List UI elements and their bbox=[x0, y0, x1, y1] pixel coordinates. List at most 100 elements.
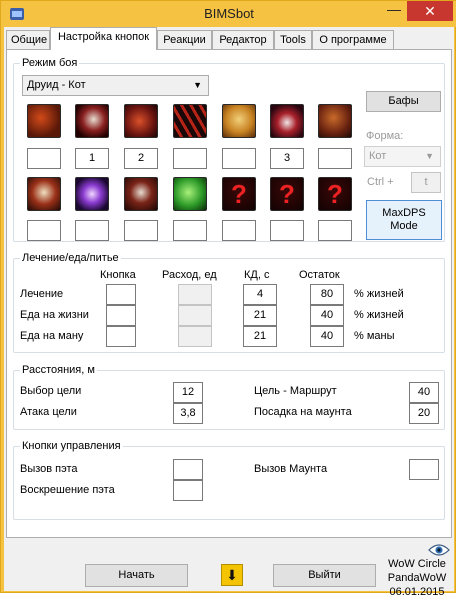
col-rest-header: Остаток bbox=[299, 269, 340, 281]
pet-res-field[interactable] bbox=[173, 480, 203, 501]
maxdps-mode-button[interactable]: MaxDPS Mode bbox=[366, 200, 442, 240]
col-key-header: Кнопка bbox=[100, 269, 136, 281]
tab-general[interactable]: Общие bbox=[6, 30, 50, 50]
heal-food-drink-group: Лечение/еда/питье Кнопка Расход, ед КД, … bbox=[13, 252, 445, 353]
target-select-label: Выбор цели bbox=[20, 385, 82, 397]
route-label: Цель - Маршрут bbox=[254, 385, 337, 397]
combat-mode-title: Режим боя bbox=[20, 57, 80, 69]
chevron-down-icon: ▼ bbox=[193, 80, 202, 90]
food-hp-row-label: Еда на жизни bbox=[20, 309, 89, 321]
food-mana-use-field[interactable] bbox=[178, 326, 212, 347]
tab-editor[interactable]: Редактор bbox=[212, 30, 274, 50]
start-button[interactable]: Начать bbox=[85, 564, 188, 587]
hotkey-box[interactable] bbox=[27, 148, 61, 169]
hotkey-box[interactable] bbox=[173, 148, 207, 169]
question-icon[interactable]: ? bbox=[270, 177, 304, 211]
tab-reactions[interactable]: Реакции bbox=[157, 30, 212, 50]
starfall-icon[interactable] bbox=[75, 177, 109, 211]
pet-call-label: Вызов пэта bbox=[20, 463, 78, 475]
heal-key-field[interactable] bbox=[106, 284, 136, 305]
title-bar[interactable]: BIMSbot — ✕ bbox=[1, 1, 456, 27]
hotkey-box[interactable] bbox=[75, 220, 109, 241]
tab-tools[interactable]: Tools bbox=[274, 30, 312, 50]
ctrl-label: Ctrl + bbox=[367, 176, 394, 188]
buffs-button[interactable]: Бафы bbox=[366, 91, 441, 112]
rake-icon[interactable] bbox=[124, 104, 158, 138]
mangle-icon[interactable] bbox=[318, 104, 352, 138]
shred-icon[interactable] bbox=[173, 104, 207, 138]
hotkey-box[interactable] bbox=[27, 220, 61, 241]
col-use-header: Расход, ед bbox=[162, 269, 217, 281]
food-hp-rest-field[interactable]: 40 bbox=[310, 305, 344, 326]
food-hp-use-field[interactable] bbox=[178, 305, 212, 326]
mount-distance-label: Посадка на маунта bbox=[254, 406, 352, 418]
server-name: WoW Circle bbox=[388, 558, 446, 570]
food-hp-cd-field[interactable]: 21 bbox=[243, 305, 277, 326]
bear-maul-icon[interactable] bbox=[27, 104, 61, 138]
hotkey-box[interactable] bbox=[124, 220, 158, 241]
target-select-field[interactable]: 12 bbox=[173, 382, 203, 403]
ctrl-key-field[interactable]: t bbox=[411, 172, 441, 193]
maxdps-label-line1: MaxDPS bbox=[382, 207, 426, 219]
control-buttons-title: Кнопки управления bbox=[20, 440, 123, 452]
heal-use-field[interactable] bbox=[178, 284, 212, 305]
food-mana-key-field[interactable] bbox=[106, 326, 136, 347]
download-arrow-icon[interactable]: ⬇ bbox=[221, 564, 243, 586]
heal-rest-field[interactable]: 80 bbox=[310, 284, 344, 305]
hotkey-box[interactable]: 2 bbox=[124, 148, 158, 169]
col-cd-header: КД, с bbox=[244, 269, 270, 281]
hotkey-box[interactable] bbox=[270, 220, 304, 241]
mount-distance-field[interactable]: 20 bbox=[409, 403, 439, 424]
combat-mode-group: Режим боя Друид - Кот ▼ 1 2 3 ? ? ? Бафы… bbox=[13, 57, 445, 242]
distances-title: Расстояния, м bbox=[20, 364, 97, 376]
form-label: Форма: bbox=[366, 130, 404, 142]
hotkey-box[interactable] bbox=[222, 220, 256, 241]
hotkey-box[interactable] bbox=[318, 220, 352, 241]
form-select[interactable]: Кот ▼ bbox=[364, 146, 441, 167]
tab-panel: Режим боя Друид - Кот ▼ 1 2 3 ? ? ? Бафы… bbox=[6, 49, 452, 538]
mount-call-label: Вызов Маунта bbox=[254, 463, 328, 475]
hotkey-box[interactable]: 3 bbox=[270, 148, 304, 169]
hotkey-box[interactable] bbox=[173, 220, 207, 241]
minimize-button[interactable]: — bbox=[381, 1, 407, 21]
ferocious-bite-icon[interactable] bbox=[270, 104, 304, 138]
food-hp-unit-label: % жизней bbox=[354, 309, 404, 321]
question-icon[interactable]: ? bbox=[318, 177, 352, 211]
realm-name: PandaWoW bbox=[387, 572, 447, 584]
pet-call-field[interactable] bbox=[173, 459, 203, 480]
pet-res-label: Воскрешение пэта bbox=[20, 484, 115, 496]
eye-icon[interactable] bbox=[428, 543, 450, 557]
tiger-fury-icon[interactable] bbox=[222, 104, 256, 138]
chevron-down-icon: ▼ bbox=[425, 151, 434, 161]
combat-mode-select[interactable]: Друид - Кот ▼ bbox=[22, 75, 209, 96]
food-mana-unit-label: % маны bbox=[354, 330, 395, 342]
tab-about[interactable]: О программе bbox=[312, 30, 394, 50]
client-area: Общие Настройка кнопок Реакции Редактор … bbox=[4, 27, 454, 598]
route-field[interactable]: 40 bbox=[409, 382, 439, 403]
food-mana-row-label: Еда на ману bbox=[20, 330, 84, 342]
attack-target-field[interactable]: 3,8 bbox=[173, 403, 203, 424]
build-date: 06.01.2015 bbox=[389, 586, 445, 598]
heal-unit-label: % жизней bbox=[354, 288, 404, 300]
hotkey-box[interactable] bbox=[222, 148, 256, 169]
claw-slash-icon[interactable] bbox=[75, 104, 109, 138]
skull-roar-icon[interactable] bbox=[27, 177, 61, 211]
maxdps-label-line2: Mode bbox=[390, 220, 418, 232]
close-button[interactable]: ✕ bbox=[407, 1, 453, 21]
hotkey-box[interactable] bbox=[318, 148, 352, 169]
food-mana-rest-field[interactable]: 40 bbox=[310, 326, 344, 347]
attack-target-label: Атака цели bbox=[20, 406, 77, 418]
mount-call-field[interactable] bbox=[409, 459, 439, 480]
leaf-heal-icon[interactable] bbox=[173, 177, 207, 211]
question-icon[interactable]: ? bbox=[222, 177, 256, 211]
rip-icon[interactable] bbox=[124, 177, 158, 211]
food-mana-cd-field[interactable]: 21 bbox=[243, 326, 277, 347]
hotkey-box[interactable]: 1 bbox=[75, 148, 109, 169]
food-hp-key-field[interactable] bbox=[106, 305, 136, 326]
exit-button[interactable]: Выйти bbox=[273, 564, 376, 587]
form-value: Кот bbox=[369, 150, 387, 162]
tab-button-settings[interactable]: Настройка кнопок bbox=[50, 27, 157, 50]
distances-group: Расстояния, м Выбор цели 12 Атака цели 3… bbox=[13, 364, 445, 430]
heal-cd-field[interactable]: 4 bbox=[243, 284, 277, 305]
app-window: BIMSbot — ✕ Общие Настройка кнопок Реакц… bbox=[0, 0, 456, 598]
